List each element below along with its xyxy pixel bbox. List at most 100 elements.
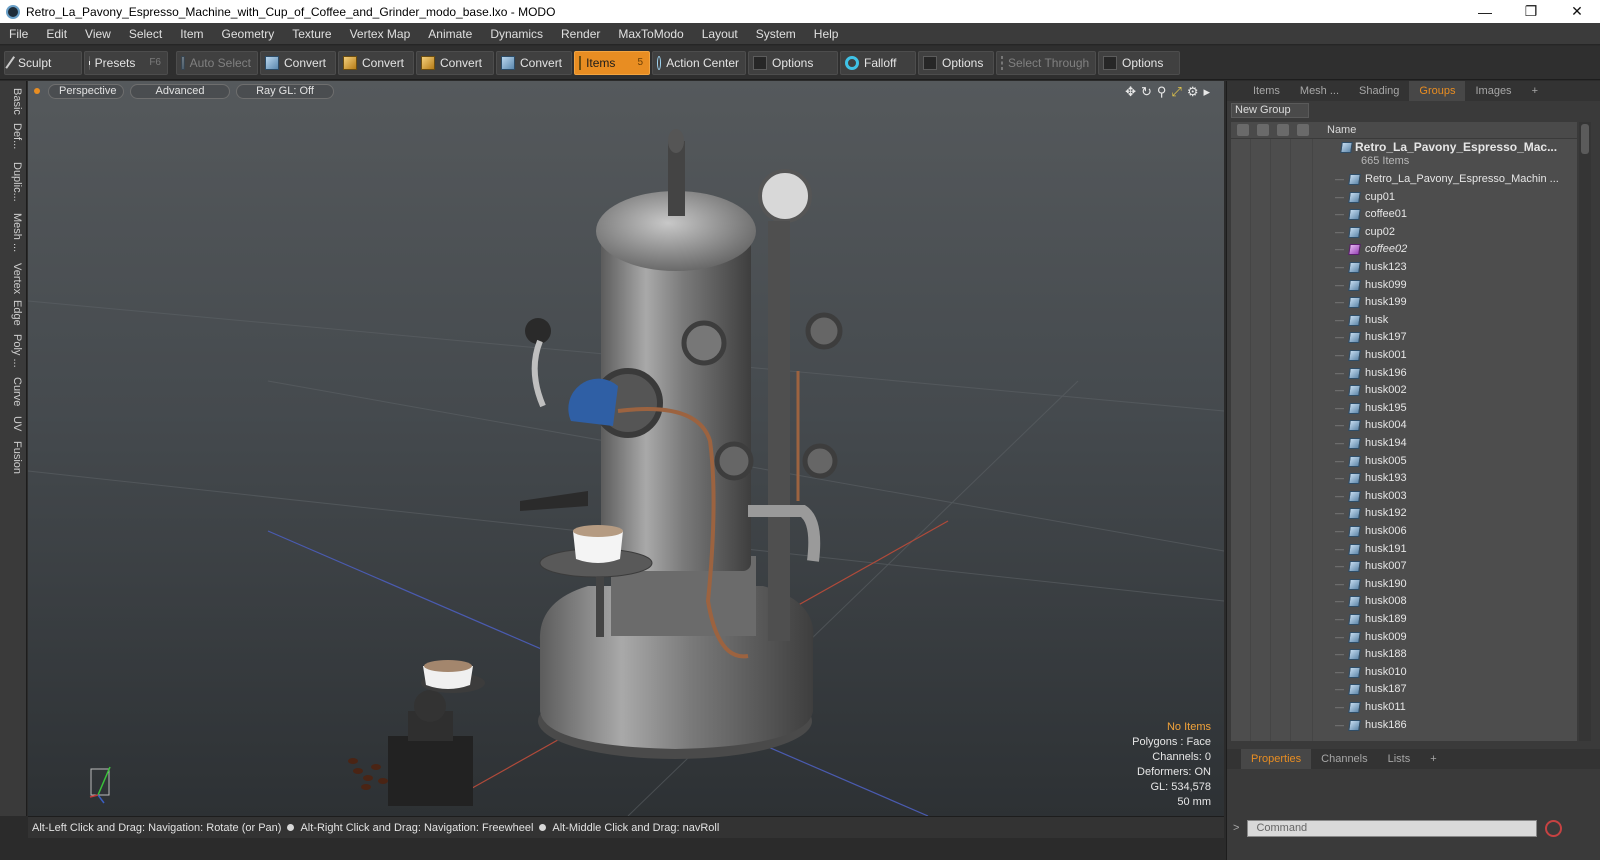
list-item[interactable]: — husk006	[1231, 523, 1577, 541]
minimize-button[interactable]: —	[1462, 4, 1508, 20]
list-item[interactable]: — Retro_La_Pavony_Espresso_Machin ...	[1231, 171, 1577, 189]
pan-icon[interactable]: ✥	[1125, 84, 1136, 100]
list-item[interactable]: — husk186	[1231, 717, 1577, 735]
list-item[interactable]: — husk190	[1231, 576, 1577, 594]
list-item[interactable]: — husk099	[1231, 277, 1577, 295]
action-center-options-button[interactable]: Options	[748, 50, 838, 75]
falloff-button[interactable]: Falloff	[840, 50, 916, 75]
tab-groups[interactable]: Groups	[1409, 81, 1466, 101]
list-item[interactable]: — husk009	[1231, 629, 1577, 647]
select-icon[interactable]	[1297, 124, 1309, 136]
left-tab-duplic[interactable]: Duplic...	[3, 159, 23, 205]
list-item[interactable]: — husk123	[1231, 259, 1577, 277]
list-item[interactable]: — husk197	[1231, 329, 1577, 347]
name-column-header[interactable]: Name	[1327, 122, 1356, 138]
list-item[interactable]: — husk195	[1231, 400, 1577, 418]
add-tab-icon[interactable]: +	[1522, 81, 1548, 101]
list-item[interactable]: — cup01	[1231, 189, 1577, 207]
menu-render[interactable]: Render	[552, 23, 609, 45]
menu-edit[interactable]: Edit	[37, 23, 76, 45]
list-item[interactable]: — husk	[1231, 312, 1577, 330]
menu-item[interactable]: Item	[171, 23, 212, 45]
menu-maxtomodo[interactable]: MaxToModo	[609, 23, 692, 45]
maximize-button[interactable]: ❐	[1508, 3, 1554, 20]
menu-select[interactable]: Select	[120, 23, 171, 45]
items-mode-button[interactable]: Items 5	[574, 50, 650, 75]
list-item[interactable]: — coffee02	[1231, 241, 1577, 259]
tab-mesh[interactable]: Mesh ...	[1290, 81, 1349, 101]
menu-animate[interactable]: Animate	[419, 23, 481, 45]
left-tab-curve[interactable]: Curve	[3, 375, 23, 409]
menu-texture[interactable]: Texture	[283, 23, 340, 45]
menu-dynamics[interactable]: Dynamics	[481, 23, 552, 45]
convert-vertices-button[interactable]: Convert	[260, 50, 336, 75]
menu-system[interactable]: System	[747, 23, 805, 45]
left-tab-fusion[interactable]: Fusion	[3, 439, 23, 477]
list-item[interactable]: — husk189	[1231, 611, 1577, 629]
tab-lists[interactable]: Lists	[1378, 749, 1421, 769]
select-through-button[interactable]: Select Through	[996, 50, 1096, 75]
left-tab-def[interactable]: Def...	[3, 119, 23, 153]
list-item[interactable]: — husk010	[1231, 664, 1577, 682]
group-root-row[interactable]: Retro_La_Pavony_Espresso_Mac... 665 Items	[1231, 139, 1577, 171]
settings-gear-icon[interactable]: ⚙	[1187, 84, 1199, 100]
list-item[interactable]: — husk007	[1231, 558, 1577, 576]
groups-scrollbar[interactable]	[1579, 122, 1591, 741]
menu-vertex-map[interactable]: Vertex Map	[341, 23, 420, 45]
list-item[interactable]: — husk191	[1231, 541, 1577, 559]
command-input[interactable]: Command	[1247, 819, 1538, 837]
3d-viewport[interactable]: Perspective Advanced Ray GL: Off ✥ ↻ ⚲ ⤢…	[28, 81, 1224, 816]
zoom-icon[interactable]: ⚲	[1157, 84, 1167, 100]
view-type-dropdown[interactable]: Perspective	[48, 83, 124, 99]
list-item[interactable]: — husk194	[1231, 435, 1577, 453]
convert-polygons-button[interactable]: Convert	[416, 50, 494, 75]
sculpt-button[interactable]: Sculpt	[4, 50, 82, 75]
list-item[interactable]: — husk193	[1231, 470, 1577, 488]
list-item[interactable]: — husk011	[1231, 699, 1577, 717]
left-tab-poly[interactable]: Poly ...	[3, 333, 23, 369]
render-icon[interactable]	[1257, 124, 1269, 136]
coffee-grinder[interactable]	[348, 660, 485, 806]
falloff-options-button[interactable]: Options	[918, 50, 994, 75]
menu-view[interactable]: View	[76, 23, 120, 45]
list-item[interactable]: — husk002	[1231, 382, 1577, 400]
left-tab-basic[interactable]: Basic	[3, 87, 23, 115]
convert-edges-button[interactable]: Convert	[338, 50, 414, 75]
menu-help[interactable]: Help	[805, 23, 848, 45]
left-tab-mesh[interactable]: Mesh ...	[3, 211, 23, 255]
select-through-options-button[interactable]: Options	[1098, 50, 1180, 75]
left-tab-vertex[interactable]: Vertex	[3, 261, 23, 297]
expand-arrow-icon[interactable]: ▸	[1203, 84, 1210, 100]
visibility-eye-icon[interactable]	[1237, 124, 1249, 136]
groups-list[interactable]: Retro_La_Pavony_Espresso_Mac... 665 Items…	[1231, 139, 1577, 741]
rotate-icon[interactable]: ↻	[1141, 84, 1152, 100]
list-item[interactable]: — coffee01	[1231, 206, 1577, 224]
list-item[interactable]: — husk196	[1231, 365, 1577, 383]
menu-layout[interactable]: Layout	[693, 23, 747, 45]
list-item[interactable]: — husk008	[1231, 593, 1577, 611]
scene-render[interactable]	[28, 81, 1224, 816]
tab-items[interactable]: Items	[1243, 81, 1290, 101]
tab-properties[interactable]: Properties	[1241, 749, 1312, 769]
viewport-menu-dot-icon[interactable]	[34, 88, 40, 94]
menu-geometry[interactable]: Geometry	[213, 23, 284, 45]
list-item[interactable]: — husk001	[1231, 347, 1577, 365]
tab-channels[interactable]: Channels	[1311, 749, 1377, 769]
espresso-machine[interactable]	[520, 129, 843, 759]
add-tab-icon[interactable]: +	[1420, 749, 1446, 769]
action-center-button[interactable]: Action Center	[652, 50, 746, 75]
new-group-button[interactable]: New Group	[1231, 103, 1309, 118]
list-item[interactable]: — husk005	[1231, 453, 1577, 471]
tab-shading[interactable]: Shading	[1349, 81, 1409, 101]
list-item[interactable]: — husk004	[1231, 417, 1577, 435]
scrollbar-thumb[interactable]	[1581, 124, 1589, 154]
raygl-toggle[interactable]: Ray GL: Off	[236, 83, 334, 99]
list-item[interactable]: — husk187	[1231, 681, 1577, 699]
tab-images[interactable]: Images	[1465, 81, 1521, 101]
auto-select-button[interactable]: Auto Select	[176, 50, 258, 75]
list-item[interactable]: — husk199	[1231, 294, 1577, 312]
close-button[interactable]: ✕	[1554, 3, 1600, 20]
list-item[interactable]: — husk192	[1231, 505, 1577, 523]
record-macro-icon[interactable]	[1545, 819, 1563, 837]
convert-materials-button[interactable]: Convert	[496, 50, 572, 75]
